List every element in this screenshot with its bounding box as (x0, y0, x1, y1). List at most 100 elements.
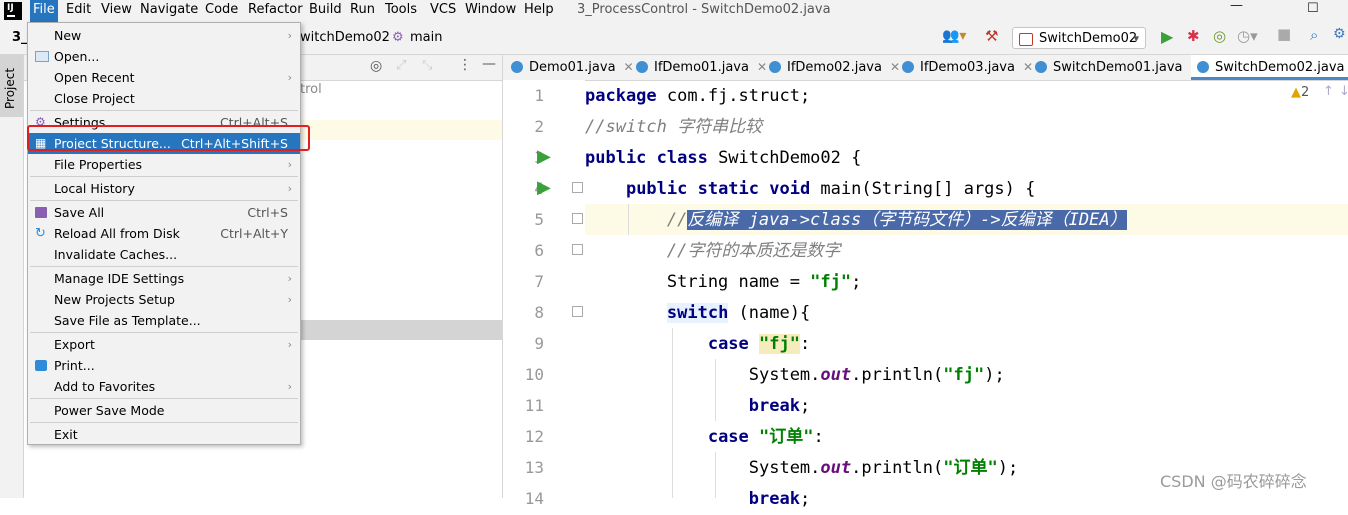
menu-new-projects-setup[interactable]: New Projects Setup › (28, 289, 300, 310)
menu-file-properties[interactable]: File Properties › (28, 154, 300, 175)
menu-item-label: Open... (54, 49, 100, 64)
line-number: 5 (534, 210, 544, 229)
tab-label: IfDemo01.java (654, 60, 749, 75)
menu-item-label: New (54, 28, 82, 43)
line-number: 2 (534, 117, 544, 136)
menu-open-recent[interactable]: Open Recent › (28, 67, 300, 88)
coverage-icon[interactable]: ◎ (1213, 27, 1226, 45)
code-line-6: //字符的本质还是数字 (585, 241, 841, 261)
close-icon[interactable]: ✕ (890, 60, 900, 74)
minimize-button[interactable]: — (1230, 0, 1243, 13)
line-number: 10 (524, 365, 544, 384)
menu-save-all[interactable]: Save All Ctrl+S (28, 202, 300, 223)
menu-tools[interactable]: Tools (382, 0, 420, 22)
menu-item-label: Print... (54, 358, 95, 373)
menu-print[interactable]: Print... (28, 355, 300, 376)
expand-icon[interactable]: ⤢ (396, 58, 406, 73)
code-line-4: public static void main(String[] args) { (625, 179, 1036, 199)
breadcrumb-file[interactable]: witchDemo02 (300, 30, 390, 45)
menu-add-to-favorites[interactable]: Add to Favorites › (28, 376, 300, 397)
menu-save-as-template[interactable]: Save File as Template... (28, 310, 300, 331)
menu-new[interactable]: New › (28, 25, 300, 46)
print-icon (35, 360, 47, 371)
project-tool-tab[interactable]: Project (0, 55, 23, 117)
hide-panel-icon[interactable]: — (482, 56, 496, 72)
menu-run[interactable]: Run (347, 0, 378, 22)
menu-navigate[interactable]: Navigate (137, 0, 201, 22)
menu-exit[interactable]: Exit (28, 424, 300, 445)
search-icon[interactable]: ⌕ (1310, 26, 1318, 44)
code-line-5: //反编译 java->class（字节码文件）->反编译（IDEA） (585, 210, 1127, 230)
profiler-icon[interactable]: ◷▾ (1237, 27, 1258, 45)
java-class-icon (1035, 61, 1047, 73)
menu-code[interactable]: Code (202, 0, 241, 22)
run-configuration-select[interactable]: SwitchDemo02 ▾ (1012, 27, 1146, 49)
menu-close-project[interactable]: Close Project (28, 88, 300, 109)
settings-icon[interactable]: ⚙ (1333, 26, 1346, 42)
close-icon[interactable]: ✕ (624, 60, 634, 74)
warning-indicator[interactable]: ▲2 (1291, 85, 1309, 100)
code-line-11: break; (748, 396, 811, 416)
menu-refactor[interactable]: Refactor (245, 0, 306, 22)
tab-demo01[interactable]: Demo01.java ✕ (511, 55, 634, 80)
menu-item-label: File Properties (54, 157, 143, 172)
fold-icon[interactable] (572, 244, 583, 255)
submenu-arrow-icon: › (287, 272, 292, 285)
run-method-gutter-icon[interactable]: ▶ (537, 177, 551, 198)
arrow-down-icon[interactable]: ↓ (1339, 84, 1348, 99)
arrow-up-icon[interactable]: ↑ (1323, 84, 1334, 99)
menu-invalidate-caches[interactable]: Invalidate Caches... (28, 244, 300, 265)
debug-bug-icon[interactable]: ✱ (1187, 27, 1200, 45)
tab-ifdemo02[interactable]: IfDemo02.java ✕ (769, 55, 900, 80)
vcs-user-icon[interactable]: 👥▾ (942, 28, 966, 44)
close-icon[interactable]: ✕ (757, 60, 767, 74)
menu-reload-all[interactable]: ↻ Reload All from Disk Ctrl+Alt+Y (28, 223, 300, 244)
maximize-button[interactable]: ☐ (1307, 1, 1319, 16)
run-config-label: SwitchDemo02 (1039, 31, 1138, 46)
fold-icon[interactable] (572, 306, 583, 317)
close-icon[interactable]: ✕ (1023, 60, 1033, 74)
code-line-7: String name = "fj"; (585, 272, 862, 292)
menu-vcs[interactable]: VCS (427, 0, 459, 22)
reload-icon: ↻ (35, 226, 46, 241)
menu-item-label: Invalidate Caches... (54, 247, 178, 262)
code-line-9: case "fj": (707, 334, 811, 354)
tab-ifdemo03[interactable]: IfDemo03.java ✕ (902, 55, 1033, 80)
menu-item-label: Close Project (54, 91, 135, 106)
line-number: 14 (524, 489, 544, 508)
project-tree-partial-text: trol (300, 82, 322, 97)
tab-switchdemo02[interactable]: SwitchDemo02.java✕ (1191, 55, 1348, 80)
menu-local-history[interactable]: Local History › (28, 178, 300, 199)
submenu-arrow-icon: › (287, 182, 292, 195)
menu-item-label: Export (54, 337, 95, 352)
menu-item-label: Add to Favorites (54, 379, 156, 394)
menu-open[interactable]: Open... (28, 46, 300, 67)
options-icon[interactable]: ⋮ (458, 57, 472, 73)
editor-gutter: 1 2 3 4 5 6 7 8 9 10 11 12 13 14 ▶ ▶ ✸ (503, 80, 604, 508)
collapse-icon[interactable]: ⤡ (422, 58, 432, 73)
tab-switchdemo01[interactable]: SwitchDemo01.java✕ (1035, 55, 1201, 80)
fold-icon[interactable] (572, 182, 583, 193)
code-line-1: package com.fj.struct; (585, 86, 811, 106)
menu-shortcut: Ctrl+S (247, 205, 288, 220)
stop-icon[interactable]: ■ (1277, 25, 1291, 43)
menu-power-save-mode[interactable]: Power Save Mode (28, 400, 300, 421)
code-editor[interactable]: package com.fj.struct; //switch 字符串比较 pu… (585, 80, 1348, 509)
menu-edit[interactable]: Edit (63, 0, 94, 22)
menu-view[interactable]: View (98, 0, 135, 22)
menu-build[interactable]: Build (306, 0, 345, 22)
menu-file[interactable]: File (30, 0, 58, 22)
editor-tabs: Demo01.java ✕ IfDemo01.java ✕ IfDemo02.jav… (503, 55, 1348, 81)
tab-ifdemo01[interactable]: IfDemo01.java ✕ (636, 55, 767, 80)
menu-shortcut: Ctrl+Alt+Y (220, 226, 288, 241)
menu-export[interactable]: Export › (28, 334, 300, 355)
menu-window[interactable]: Window (462, 0, 519, 22)
menu-help[interactable]: Help (521, 0, 557, 22)
menu-manage-ide-settings[interactable]: Manage IDE Settings › (28, 268, 300, 289)
locate-icon[interactable]: ◎ (370, 58, 382, 74)
breadcrumb-method[interactable]: main (410, 30, 442, 45)
run-class-gutter-icon[interactable]: ▶ (537, 146, 551, 167)
build-hammer-icon[interactable]: ⚒ (985, 27, 998, 45)
fold-icon[interactable] (572, 213, 583, 224)
run-icon[interactable]: ▶ (1161, 27, 1173, 46)
